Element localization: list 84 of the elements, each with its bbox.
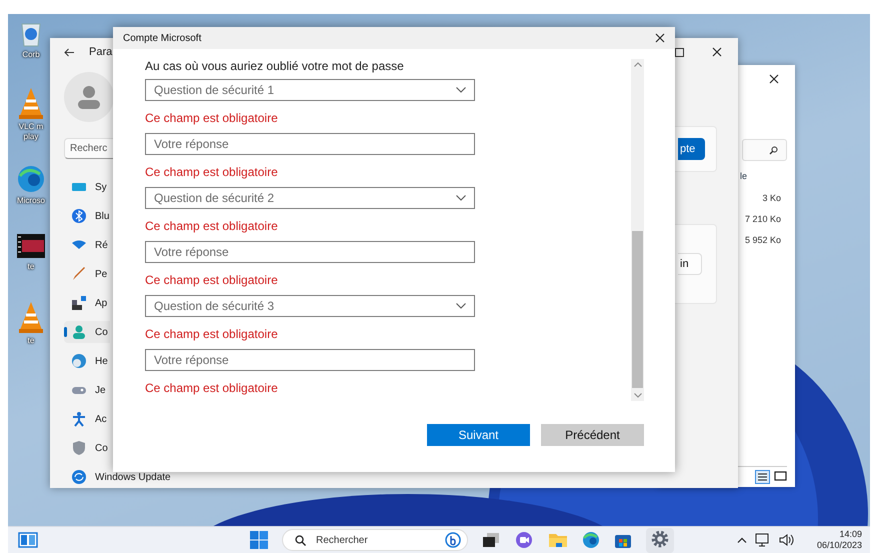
avatar: [64, 72, 114, 122]
scrollbar-thumb[interactable]: [632, 231, 643, 388]
accessibility-icon: [71, 411, 87, 427]
time-text: 14:09: [839, 529, 862, 540]
search-field[interactable]: Recherc: [64, 138, 113, 159]
back-arrow-icon[interactable]: [64, 48, 75, 56]
video-chat-icon[interactable]: [514, 531, 534, 549]
close-icon[interactable]: [712, 47, 722, 57]
shield-icon: [71, 440, 87, 456]
nav-item[interactable]: Ac: [64, 408, 109, 430]
chevron-down-icon: [456, 195, 466, 201]
bluetooth-icon: [71, 208, 87, 224]
traffic-cone-icon[interactable]: [16, 300, 46, 334]
dialog-title: Compte Microsoft: [123, 32, 202, 44]
previous-button[interactable]: Précédent: [541, 424, 644, 446]
security-question-dropdown[interactable]: Question de sécurité 1: [145, 79, 475, 101]
maximize-icon[interactable]: [675, 48, 684, 56]
scroll-up-icon[interactable]: [634, 62, 642, 67]
task-view-icon[interactable]: [482, 532, 500, 548]
security-question-dropdown[interactable]: Question de sécurité 3: [145, 295, 475, 317]
window-title: Para: [89, 46, 112, 58]
chevron-down-icon: [456, 87, 466, 93]
nav-item[interactable]: Je: [64, 379, 108, 401]
column-header[interactable]: le: [740, 171, 787, 181]
answer-field[interactable]: Votre réponse: [145, 349, 475, 371]
nav-item[interactable]: Ré: [64, 234, 110, 256]
apps-icon: [71, 295, 87, 311]
sync-icon: [71, 469, 87, 485]
scroll-down-icon[interactable]: [634, 393, 642, 398]
nav-item[interactable]: Sy: [64, 176, 109, 198]
file-size: 7 210 Ko: [744, 214, 782, 224]
browser-swirl-icon[interactable]: [16, 164, 46, 194]
nav-item[interactable]: He: [64, 350, 110, 372]
answer-field[interactable]: Votre réponse: [145, 241, 475, 263]
nav-item[interactable]: Blu: [64, 205, 112, 227]
search-icon: [295, 534, 306, 546]
icon-label: te: [26, 262, 36, 272]
file-size: 3 Ko: [762, 193, 782, 203]
icon-label: Corb: [21, 50, 41, 60]
icon-label: Microso: [16, 196, 46, 206]
traffic-cone-icon[interactable]: [16, 86, 46, 120]
browser-swirl-icon[interactable]: [582, 531, 600, 549]
volume-icon[interactable]: [778, 533, 795, 547]
chevron-up-icon[interactable]: [736, 537, 747, 543]
sign-in-button[interactable]: in: [678, 253, 702, 275]
account-button[interactable]: pte: [678, 138, 705, 160]
security-question-dropdown[interactable]: Question de sécurité 2: [145, 187, 475, 209]
film-strip-icon[interactable]: [16, 232, 46, 260]
tiles-view-icon[interactable]: [774, 471, 787, 483]
clock[interactable]: 14:09 06/10/2023: [816, 529, 862, 551]
chevron-down-icon: [456, 303, 466, 309]
details-view-icon[interactable]: [755, 470, 770, 484]
answer-field[interactable]: Votre réponse: [145, 133, 475, 155]
search-field[interactable]: Rechercher: [282, 529, 468, 551]
icon-label: te: [26, 336, 36, 346]
nav-item[interactable]: Co: [64, 321, 110, 343]
nav-item[interactable]: Co: [64, 437, 110, 459]
error-message: Ce champ est obligatoire: [145, 327, 279, 340]
start-icon[interactable]: [250, 531, 268, 549]
instruction-text: Au cas où vous auriez oublié votre mot de passe: [145, 59, 405, 75]
error-message: Ce champ est obligatoire: [145, 165, 279, 178]
close-icon[interactable]: [769, 74, 779, 84]
error-message: Ce champ est obligatoire: [145, 381, 279, 394]
date-text: 06/10/2023: [816, 540, 862, 551]
person-icon: [71, 324, 87, 340]
chat-b-icon[interactable]: [445, 532, 461, 548]
error-message: Ce champ est obligatoire: [145, 273, 279, 286]
nav-item[interactable]: Ap: [64, 292, 110, 314]
close-icon[interactable]: [655, 33, 665, 43]
widgets-icon[interactable]: [18, 532, 38, 548]
clock-globe-icon: [71, 353, 87, 369]
network-icon[interactable]: [754, 533, 771, 547]
error-message: Ce champ est obligatoire: [145, 111, 279, 124]
icon-label: VLC m play: [18, 122, 44, 142]
error-message: Ce champ est obligatoire: [145, 219, 279, 232]
search-icon[interactable]: [769, 146, 778, 154]
folder-icon[interactable]: [548, 532, 568, 548]
file-size: 5 952 Ko: [744, 235, 782, 245]
scrollbar[interactable]: [631, 59, 644, 401]
settings-icon[interactable]: [646, 528, 674, 552]
nav-item[interactable]: Windows Update: [64, 466, 173, 488]
paintbrush-icon: [71, 266, 87, 282]
nav-item[interactable]: Pe: [64, 263, 110, 285]
next-button[interactable]: Suivant: [427, 424, 530, 446]
